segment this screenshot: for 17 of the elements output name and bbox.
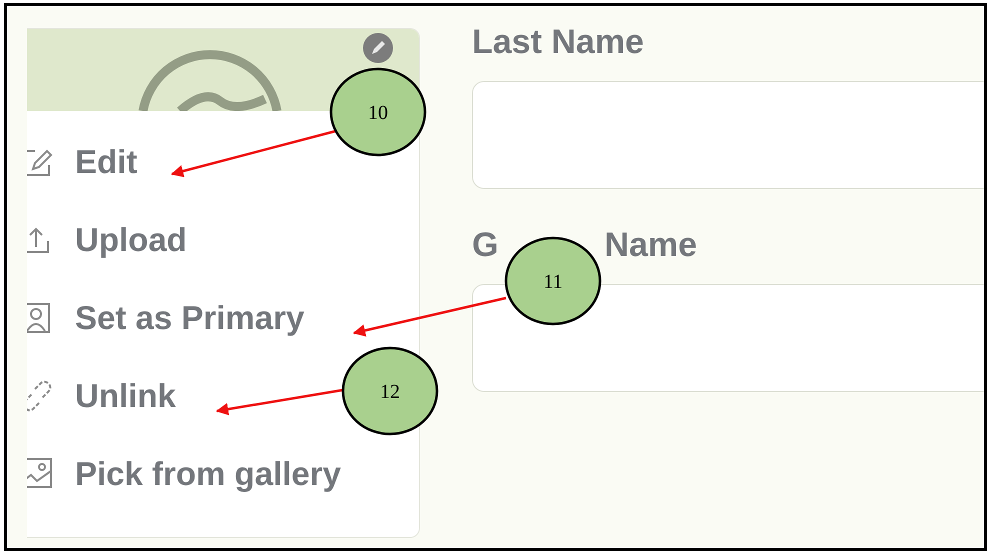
person-icon xyxy=(27,301,51,335)
menu-item[interactable]: Pick from gallery xyxy=(75,449,341,499)
callout-marker: 10 xyxy=(330,68,426,156)
upload-icon xyxy=(27,225,51,255)
field-label: G xyxy=(472,224,498,266)
link-icon xyxy=(27,379,53,413)
menu-item[interactable]: Set as Primary xyxy=(75,293,304,343)
gallery-icon xyxy=(27,457,55,491)
callout-marker: 12 xyxy=(342,346,438,436)
menu-item[interactable]: Edit xyxy=(75,137,138,187)
menu-item[interactable]: Unlink xyxy=(75,371,176,421)
input-field[interactable] xyxy=(472,81,984,189)
field-label: Last Name xyxy=(472,22,644,62)
pencil-icon xyxy=(369,39,387,57)
menu-item[interactable]: Upload xyxy=(75,215,187,265)
field-label: Name xyxy=(604,224,698,266)
callout-marker: 11 xyxy=(504,236,602,326)
